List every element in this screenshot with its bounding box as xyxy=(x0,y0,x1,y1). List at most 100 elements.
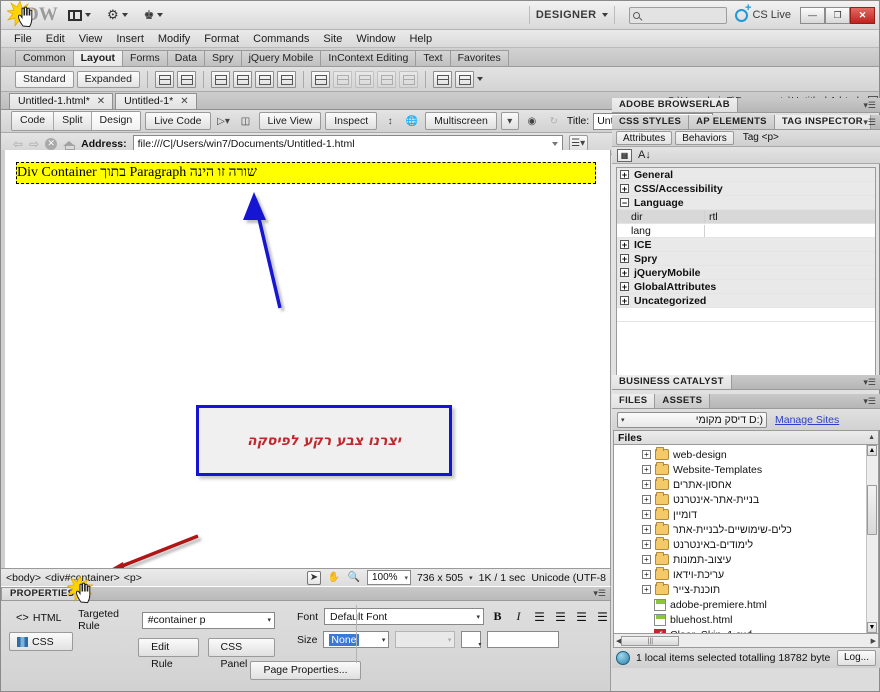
menu-edit[interactable]: Edit xyxy=(39,30,72,48)
inspect-button[interactable]: Inspect xyxy=(325,112,378,130)
manage-sites-link[interactable]: Manage Sites xyxy=(775,414,839,426)
expand-icon[interactable]: + xyxy=(620,268,629,277)
menu-insert[interactable]: Insert xyxy=(109,30,151,48)
insert-tab-favorites[interactable]: Favorites xyxy=(449,50,509,66)
spry-tabbed-panels-icon[interactable] xyxy=(232,70,252,88)
menu-commands[interactable]: Commands xyxy=(246,30,316,48)
text-color-swatch[interactable]: ▾ xyxy=(461,631,482,648)
panel-menu-icon[interactable]: ▾☰ xyxy=(863,396,876,407)
view-live-code-navigation-icon[interactable]: ↕ xyxy=(381,112,399,130)
attribute-value[interactable]: rtl xyxy=(705,211,875,223)
tab-files[interactable]: FILES xyxy=(612,394,656,408)
file-tree-row[interactable]: f Clear_Skin_1.swf xyxy=(614,627,878,633)
workspace-label[interactable]: DESIGNER xyxy=(536,9,597,21)
show-category-view-icon[interactable]: ▦ xyxy=(617,148,632,162)
file-tree-row[interactable]: + Website-Templates xyxy=(614,462,878,477)
scroll-right-icon[interactable]: ▶ xyxy=(871,637,876,645)
live-view-options-icon[interactable]: ◫ xyxy=(237,112,255,130)
expand-icon[interactable]: + xyxy=(620,170,629,179)
attribute-group-language[interactable]: − Language xyxy=(617,196,875,210)
file-tree-row[interactable]: + כלים-שימושיים-לבניית-אתר xyxy=(614,522,878,537)
align-left-button[interactable]: ☰ xyxy=(532,609,547,624)
expand-icon[interactable]: + xyxy=(642,585,651,594)
tag-selector-p[interactable]: <p> xyxy=(124,572,142,584)
frames-icon[interactable] xyxy=(454,70,474,88)
tab-css-styles[interactable]: CSS STYLES xyxy=(612,115,690,129)
expand-icon[interactable]: + xyxy=(620,282,629,291)
spry-menu-bar-icon[interactable] xyxy=(210,70,230,88)
insert-tab-forms[interactable]: Forms xyxy=(122,50,168,66)
panel-menu-icon[interactable]: ▾☰ xyxy=(863,377,876,388)
expand-icon[interactable]: + xyxy=(620,296,629,305)
expand-icon[interactable]: + xyxy=(642,495,651,504)
minimize-button[interactable]: — xyxy=(800,6,825,24)
inspect-servers-icon[interactable]: ▷▾ xyxy=(215,112,233,130)
expand-icon[interactable]: + xyxy=(642,540,651,549)
live-code-button[interactable]: Live Code xyxy=(145,112,211,130)
insert-tab-text[interactable]: Text xyxy=(415,50,451,66)
html-mode-button[interactable]: <> HTML xyxy=(9,608,78,627)
attribute-row-dir[interactable]: dir rtl xyxy=(617,210,875,224)
menu-view[interactable]: View xyxy=(72,30,110,48)
show-list-view-sort-icon[interactable]: A↓ xyxy=(638,149,651,161)
bold-button[interactable]: B xyxy=(490,609,505,624)
multiscreen-chevron-icon[interactable]: ▾ xyxy=(500,112,519,130)
document-tab-untitled-1-html[interactable]: Untitled-1.html* ✕ xyxy=(9,93,114,109)
attribute-group-uncategorized[interactable]: + Uncategorized xyxy=(617,294,875,308)
design-view-button[interactable]: Design xyxy=(91,112,141,130)
insert-div-tag-icon[interactable] xyxy=(154,70,174,88)
font-select[interactable]: Default Font ▾ xyxy=(324,608,484,625)
search-input[interactable] xyxy=(629,6,728,24)
attribute-group-jquerymobile[interactable]: + jQueryMobile xyxy=(617,266,875,280)
expand-icon[interactable]: + xyxy=(642,525,651,534)
insert-tab-spry[interactable]: Spry xyxy=(203,50,242,66)
menu-modify[interactable]: Modify xyxy=(151,30,197,48)
tab-assets[interactable]: ASSETS xyxy=(655,394,711,408)
code-view-button[interactable]: Code xyxy=(12,112,55,130)
expand-icon[interactable]: + xyxy=(642,510,651,519)
sort-ascending-icon[interactable]: ▲ xyxy=(868,434,878,441)
expand-icon[interactable]: + xyxy=(642,465,651,474)
menu-help[interactable]: Help xyxy=(402,30,439,48)
visual-aids-icon[interactable]: ◉ xyxy=(523,112,541,130)
scroll-down-icon[interactable]: ▼ xyxy=(867,622,877,633)
edit-rule-button[interactable]: Edit Rule xyxy=(138,638,199,670)
expand-icon[interactable]: + xyxy=(620,184,629,193)
drive-select[interactable]: (:D דיסק מקומי ▾ xyxy=(617,411,767,428)
expand-icon[interactable]: + xyxy=(642,555,651,564)
file-tree-row[interactable]: + לימודים-באינטרנט xyxy=(614,537,878,552)
tag-attributes-grid[interactable]: + General + CSS/Accessibility − Language… xyxy=(616,167,876,382)
site-manage-button[interactable]: ♚ xyxy=(139,4,169,26)
attribute-group-css-accessibility[interactable]: + CSS/Accessibility xyxy=(617,182,875,196)
preview-in-browser-icon[interactable]: 🌐 xyxy=(403,112,421,130)
files-vertical-scrollbar[interactable]: ▲ ▼ xyxy=(866,445,878,633)
insert-tab-data[interactable]: Data xyxy=(166,50,205,66)
design-canvas[interactable]: שורה זו הינה Paragraph בתוך Div Containe… xyxy=(1,150,611,685)
files-horizontal-scrollbar[interactable]: ◀ ||| ▶ xyxy=(613,634,879,648)
log-button[interactable]: Log... xyxy=(836,650,876,666)
insert-tab-common[interactable]: Common xyxy=(15,50,74,66)
menu-window[interactable]: Window xyxy=(349,30,402,48)
chevron-down-icon[interactable] xyxy=(476,77,483,81)
draw-ap-div-icon[interactable] xyxy=(176,70,196,88)
collapse-icon[interactable]: − xyxy=(620,198,629,207)
zoom-tool-icon[interactable]: 🔍 xyxy=(347,571,361,585)
justify-button[interactable]: ☰ xyxy=(595,609,610,624)
panel-menu-icon[interactable]: ▾☰ xyxy=(593,588,606,599)
scroll-thumb[interactable]: ||| xyxy=(621,635,680,646)
targeted-rule-select[interactable]: #container p ▾ xyxy=(141,611,275,629)
color-hex-input[interactable] xyxy=(487,631,560,648)
insert-tab-jquery-mobile[interactable]: jQuery Mobile xyxy=(240,50,322,66)
tab-ap-elements[interactable]: AP ELEMENTS xyxy=(689,115,775,129)
expand-icon[interactable]: + xyxy=(620,254,629,263)
chevron-down-icon[interactable] xyxy=(602,13,609,17)
subtab-behaviors[interactable]: Behaviors xyxy=(675,131,734,145)
align-center-button[interactable]: ☰ xyxy=(553,609,568,624)
menu-file[interactable]: File xyxy=(7,30,39,48)
paragraph-element[interactable]: שורה זו הינה Paragraph בתוך Div Containe… xyxy=(16,162,596,184)
attribute-row-lang[interactable]: lang xyxy=(617,224,875,238)
window-size-value[interactable]: 736 x 505 xyxy=(417,572,463,584)
live-view-button[interactable]: Live View xyxy=(258,112,322,130)
menu-site[interactable]: Site xyxy=(316,30,349,48)
close-button[interactable]: ✕ xyxy=(850,6,875,24)
